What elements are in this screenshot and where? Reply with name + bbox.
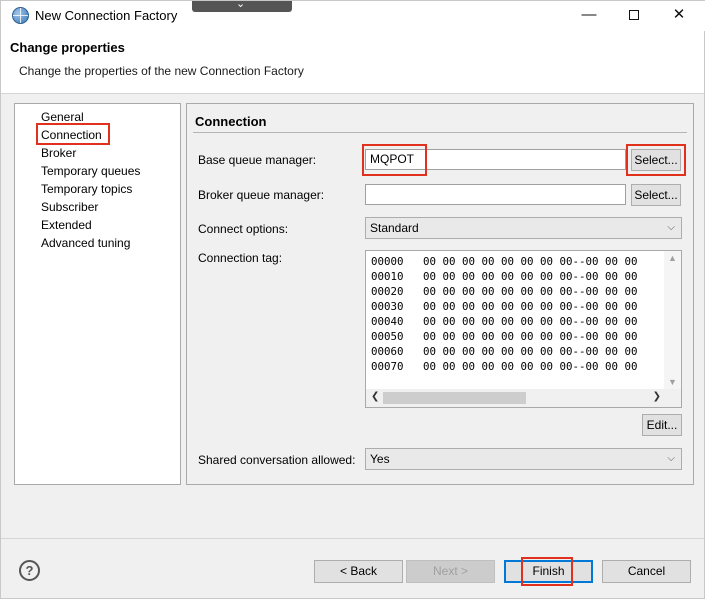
shared-conversation-value: Yes (370, 452, 390, 466)
connect-options-select[interactable]: Standard ⌵ (365, 217, 682, 239)
close-button[interactable]: ✕ (656, 1, 702, 31)
next-button[interactable]: Next > (406, 560, 495, 583)
chevron-down-icon: ⌵ (667, 222, 675, 233)
edit-button[interactable]: Edit... (642, 414, 682, 436)
hex-line: 00020 00 00 00 00 00 00 00 00--00 00 00 (371, 285, 638, 298)
scroll-left-arrow-icon[interactable]: ❮ (371, 391, 379, 402)
connection-tag-label: Connection tag: (198, 251, 283, 265)
chevron-down-icon: ⌄ (236, 0, 246, 10)
property-nav: General Connection Broker Temporary queu… (14, 103, 181, 485)
nav-item-subscriber[interactable]: Subscriber (41, 200, 98, 214)
minimize-button[interactable]: — (566, 1, 612, 31)
nav-item-advanced-tuning[interactable]: Advanced tuning (41, 236, 130, 250)
nav-item-temporary-topics[interactable]: Temporary topics (41, 182, 132, 196)
title-bar: New Connection Factory ⌄ — ✕ (1, 0, 705, 31)
broker-qm-input[interactable] (365, 184, 626, 205)
shared-conversation-select[interactable]: Yes ⌵ (365, 448, 682, 470)
hex-line: 00060 00 00 00 00 00 00 00 00--00 00 00 (371, 345, 638, 358)
cancel-button[interactable]: Cancel (602, 560, 691, 583)
connection-highlight (36, 123, 110, 145)
connect-options-value: Standard (370, 221, 419, 235)
help-icon[interactable]: ? (19, 560, 40, 581)
nav-item-extended[interactable]: Extended (41, 218, 92, 232)
app-globe-icon (12, 7, 29, 24)
connection-tag-hex-view[interactable]: 00000 00 00 00 00 00 00 00 00--00 00 00 … (365, 250, 682, 408)
hex-line: 00070 00 00 00 00 00 00 00 00--00 00 00 (371, 360, 638, 373)
scroll-up-arrow-icon[interactable]: ▲ (668, 253, 677, 263)
hex-line: 00050 00 00 00 00 00 00 00 00--00 00 00 (371, 330, 638, 343)
nav-item-broker[interactable]: Broker (41, 146, 76, 160)
footer-divider (1, 538, 704, 539)
nav-item-temporary-queues[interactable]: Temporary queues (41, 164, 140, 178)
maximize-icon (629, 10, 639, 20)
connection-panel: Connection Base queue manager: MQPOT Sel… (186, 103, 694, 485)
base-qm-label: Base queue manager: (198, 153, 317, 167)
panel-divider (193, 132, 687, 133)
connect-options-label: Connect options: (198, 222, 289, 236)
scrollbar-thumb[interactable] (383, 392, 526, 404)
hex-line: 00030 00 00 00 00 00 00 00 00--00 00 00 (371, 300, 638, 313)
hex-line: 00000 00 00 00 00 00 00 00 00--00 00 00 (371, 255, 638, 268)
base-qm-highlight (362, 144, 427, 176)
broker-qm-label: Broker queue manager: (198, 188, 325, 202)
horizontal-scrollbar[interactable]: ❮ ❯ (366, 389, 665, 407)
scroll-right-arrow-icon[interactable]: ❯ (653, 391, 661, 402)
nav-item-general[interactable]: General (41, 110, 84, 124)
scrollbar-corner (664, 389, 681, 407)
wizard-header: Change properties Change the properties … (1, 31, 704, 94)
select-button-highlight (626, 144, 686, 176)
hex-line: 00010 00 00 00 00 00 00 00 00--00 00 00 (371, 270, 638, 283)
shared-conversation-label: Shared conversation allowed: (198, 453, 356, 467)
scroll-down-arrow-icon[interactable]: ▼ (668, 377, 677, 387)
chevron-down-icon: ⌵ (667, 453, 675, 464)
overlay-dropdown-tab[interactable]: ⌄ (192, 0, 292, 12)
page-title: Change properties (10, 40, 125, 55)
vertical-scrollbar[interactable]: ▲ ▼ (664, 251, 681, 389)
page-description: Change the properties of the new Connect… (19, 64, 304, 78)
window-title: New Connection Factory (35, 8, 178, 23)
panel-title: Connection (195, 114, 267, 129)
hex-line: 00040 00 00 00 00 00 00 00 00--00 00 00 (371, 315, 638, 328)
dialog-window: New Connection Factory ⌄ — ✕ Change prop… (0, 0, 705, 599)
broker-qm-select-button[interactable]: Select... (631, 184, 681, 206)
finish-highlight (521, 557, 573, 586)
maximize-button[interactable] (611, 1, 657, 31)
back-button[interactable]: < Back (314, 560, 403, 583)
